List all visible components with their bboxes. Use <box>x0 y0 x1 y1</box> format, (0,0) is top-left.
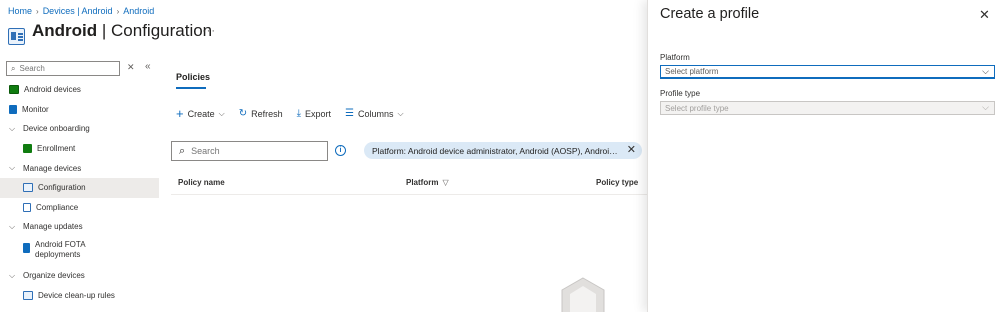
close-icon[interactable]: ✕ <box>979 7 990 23</box>
sidebar-search-input[interactable] <box>19 64 108 73</box>
breadcrumb-home[interactable]: Home <box>8 6 32 16</box>
search-icon: ⌕ <box>11 63 16 73</box>
chevron-down-icon: ⌵ <box>9 163 16 173</box>
panel-title: Create a profile <box>660 6 760 22</box>
sidebar-item-android-fota[interactable]: Android FOTA deployments <box>0 237 159 266</box>
chevron-down-icon: ⌵ <box>218 108 225 118</box>
sidebar-group-manage-devices[interactable]: ⌵ Manage devices <box>0 158 159 178</box>
sidebar-item-label: Organize devices <box>23 271 85 281</box>
profile-type-label: Profile type <box>660 89 701 98</box>
column-header-platform[interactable]: Platform ▽ <box>406 178 449 187</box>
create-profile-panel: Create a profile ✕ Platform Select platf… <box>647 0 1000 312</box>
sidebar-item-label: Device clean-up rules <box>38 290 115 300</box>
sidebar-item-label: Manage updates <box>23 222 83 232</box>
chevron-right-icon: › <box>116 6 120 16</box>
chevron-down-icon: ⌵ <box>9 123 16 133</box>
compliance-icon <box>23 202 31 212</box>
sidebar-item-device-cleanup-rules[interactable]: Device clean-up rules <box>0 285 159 305</box>
refresh-button[interactable]: ↻ Refresh <box>239 108 283 119</box>
enrollment-icon <box>23 144 32 154</box>
filter-icon[interactable]: ▽ <box>442 178 448 187</box>
chevron-down-icon: ⌵ <box>9 270 16 280</box>
monitor-icon <box>9 104 17 114</box>
tab-policies[interactable]: Policies <box>176 72 210 82</box>
plus-icon: + <box>176 106 184 121</box>
chevron-right-icon: › <box>36 6 39 16</box>
breadcrumb-android[interactable]: Android <box>123 6 154 16</box>
page-title: Android | Configuration <box>32 21 212 41</box>
collapse-sidebar-icon[interactable]: « <box>145 61 151 72</box>
columns-button[interactable]: ☰ Columns ⌵ <box>345 108 404 119</box>
sidebar-item-compliance[interactable]: Compliance <box>0 198 159 218</box>
page-title-rest: | Configuration <box>97 21 213 40</box>
sidebar-item-android-devices[interactable]: Android devices <box>0 80 159 100</box>
create-label: Create <box>187 108 215 119</box>
platform-filter-pill[interactable]: Platform: Android device administrator, … <box>364 142 642 159</box>
sidebar-item-label: Enrollment <box>37 144 76 154</box>
sidebar-item-label: Compliance <box>36 202 79 212</box>
tab-selected-indicator <box>176 87 206 89</box>
column-header-policy-type[interactable]: Policy type <box>596 178 638 187</box>
policies-search-input[interactable] <box>191 146 312 156</box>
column-header-policy-name[interactable]: Policy name <box>178 178 225 187</box>
toolbar: + Create ⌵ ↻ Refresh ⤓ Export ☰ Columns … <box>176 106 404 121</box>
platform-dropdown-value: Select platform <box>665 67 719 76</box>
sidebar-group-device-onboarding[interactable]: ⌵ Device onboarding <box>0 119 159 139</box>
sidebar-group-organize-devices[interactable]: ⌵ Organize devices <box>0 266 159 286</box>
sidebar-item-configuration[interactable]: Configuration <box>0 177 159 198</box>
sidebar-item-label: Android devices <box>24 85 81 95</box>
policies-search-box[interactable]: ⌕ <box>171 141 328 161</box>
breadcrumb-devices-android[interactable]: Devices | Android <box>43 6 113 16</box>
profile-type-dropdown[interactable]: Select profile type ⌵ <box>660 101 995 115</box>
chevron-down-icon: ⌵ <box>9 221 16 231</box>
configuration-page-icon <box>8 28 25 45</box>
chevron-down-icon: ⌵ <box>982 66 989 76</box>
export-button[interactable]: ⤓ Export <box>297 108 331 119</box>
sidebar-group-manage-updates[interactable]: ⌵ Manage updates <box>0 217 159 237</box>
search-icon: ⌕ <box>179 144 186 157</box>
columns-label: Columns <box>358 108 394 119</box>
android-devices-icon <box>9 85 19 95</box>
download-icon: ⤓ <box>296 108 302 119</box>
platform-label: Platform <box>660 53 690 62</box>
sidebar-item-label: Monitor <box>22 104 49 114</box>
create-button[interactable]: + Create ⌵ <box>176 106 225 121</box>
chevron-down-icon: ⌵ <box>397 108 404 118</box>
export-label: Export <box>305 108 332 119</box>
profile-type-dropdown-value: Select profile type <box>665 103 729 113</box>
empty-state-illustration-icon <box>561 277 605 312</box>
filter-pill-label: Platform: Android device administrator, … <box>372 145 618 156</box>
chevron-down-icon: ⌵ <box>982 102 989 112</box>
platform-dropdown[interactable]: Select platform ⌵ <box>660 65 995 79</box>
configuration-icon <box>23 183 33 193</box>
header-divider <box>171 194 647 195</box>
sidebar-item-label: Device onboarding <box>23 124 90 134</box>
sidebar-item-label: Manage devices <box>23 163 82 173</box>
fota-icon <box>23 242 30 253</box>
clear-search-icon[interactable]: ✕ <box>127 62 135 73</box>
cleanup-rules-icon <box>23 290 33 300</box>
sidebar-item-label: Android FOTA deployments <box>35 239 86 259</box>
sidebar-search-box[interactable]: ⌕ <box>6 61 120 76</box>
refresh-label: Refresh <box>251 108 283 119</box>
info-icon[interactable]: i <box>335 145 346 156</box>
breadcrumb: Home › Devices | Android › Android <box>8 6 154 16</box>
sidebar-item-enrollment[interactable]: Enrollment <box>0 139 159 159</box>
sidebar-nav: Android devices Monitor ⌵ Device onboard… <box>0 80 159 305</box>
remove-filter-icon[interactable]: ✕ <box>627 143 636 156</box>
more-options-icon[interactable]: ··· <box>202 25 216 37</box>
sidebar-item-monitor[interactable]: Monitor <box>0 100 159 120</box>
page-title-bold: Android <box>32 21 98 40</box>
refresh-icon: ↻ <box>238 108 248 119</box>
columns-icon: ☰ <box>345 108 354 119</box>
sidebar-item-label: Configuration <box>38 183 86 193</box>
column-header-label: Platform <box>406 178 439 187</box>
